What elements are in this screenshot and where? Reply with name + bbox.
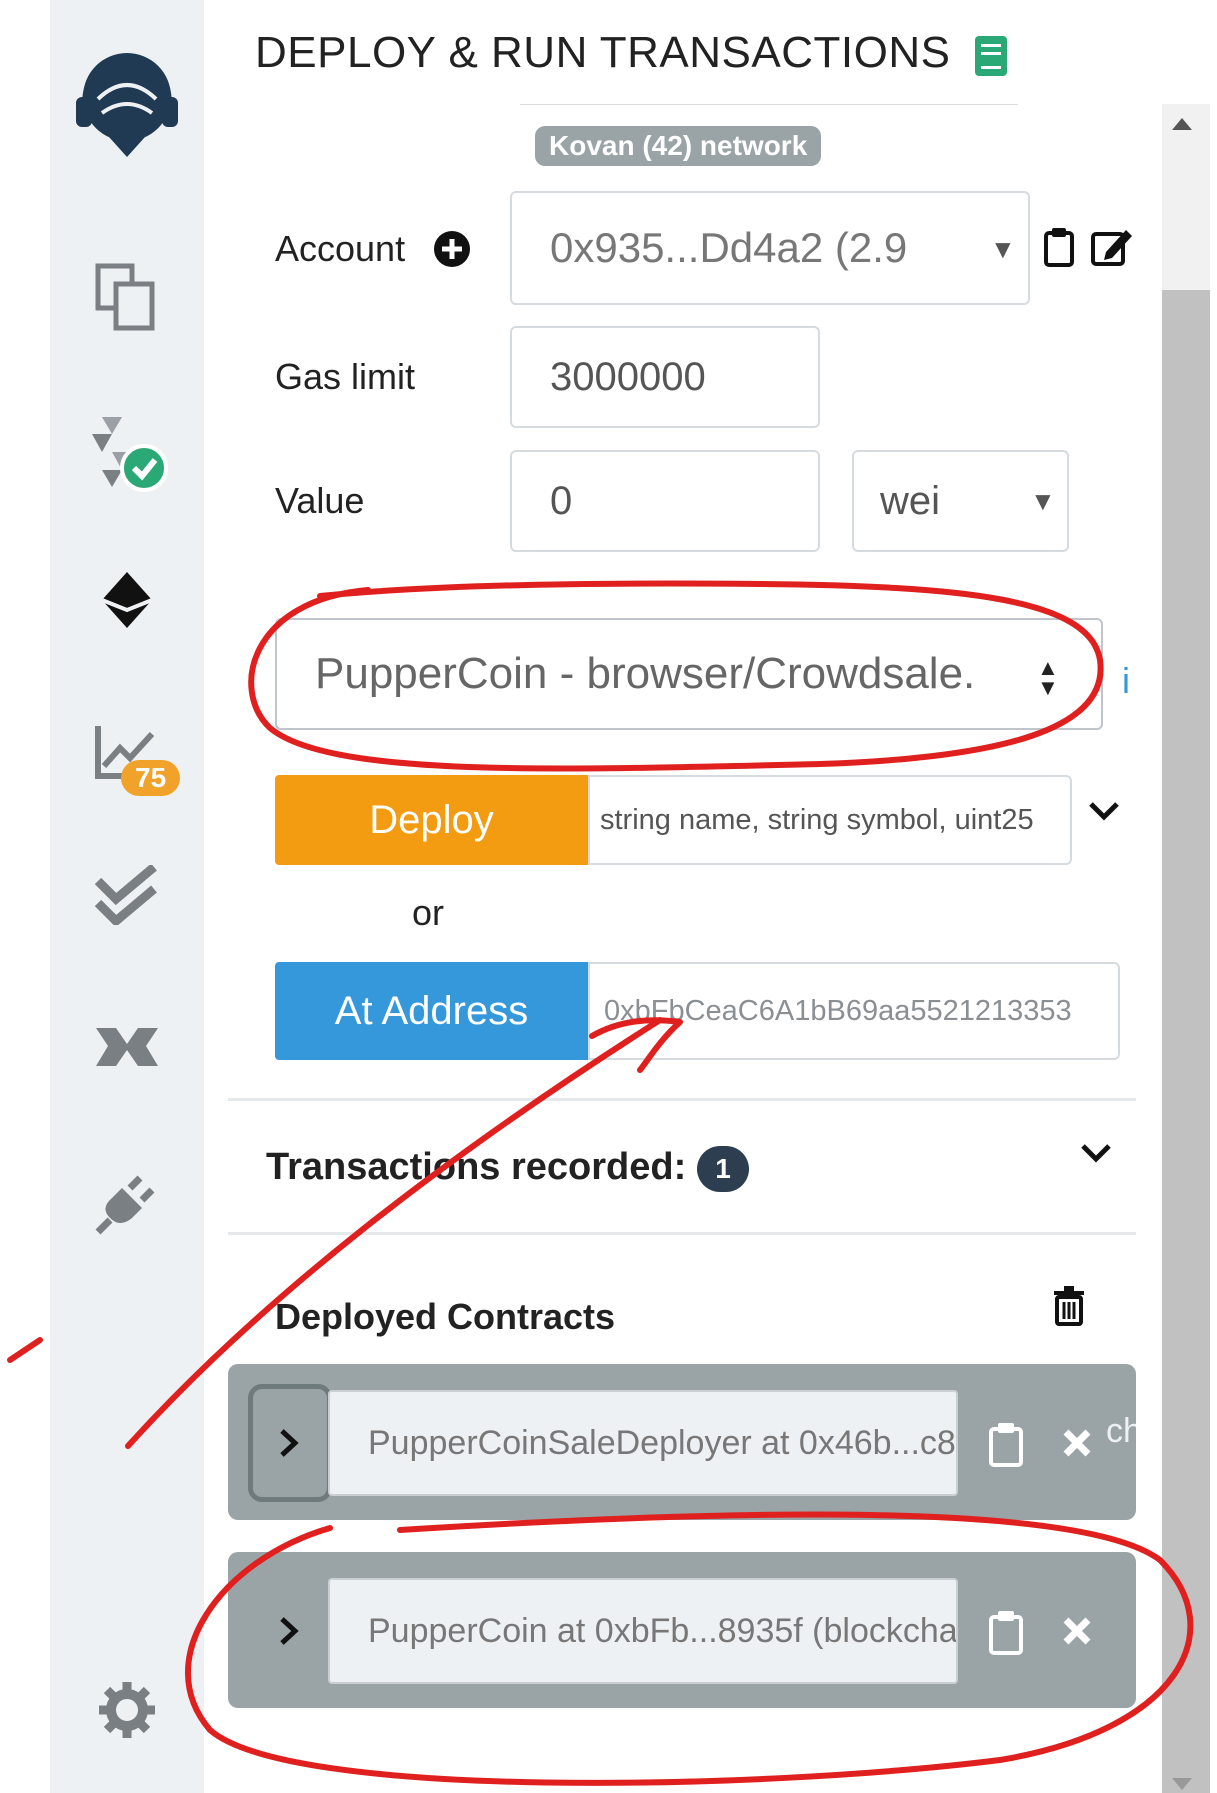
contract-select-value: PupperCoin - browser/Crowdsale.	[315, 649, 976, 698]
deployed-contract-name: PupperCoin at 0xbFb...8935f (blockchai	[368, 1611, 958, 1650]
deployed-contracts-title: Deployed Contracts	[275, 1296, 616, 1337]
remix-logo-icon[interactable]	[50, 45, 204, 165]
at-address-input[interactable]: 0xbFbCeaC6A1bB69aa5521213353	[588, 962, 1120, 1060]
deploy-button[interactable]: Deploy	[275, 775, 588, 865]
transactions-expand-chevron-icon[interactable]	[1080, 1142, 1112, 1169]
deployed-contract-card[interactable]: PupperCoin at 0xbFb...8935f (blockchai	[228, 1552, 1136, 1708]
file-explorer-icon[interactable]	[50, 262, 204, 332]
deploy-expand-chevron-icon[interactable]	[1088, 800, 1120, 827]
value-label: Value	[275, 480, 365, 521]
at-address-button[interactable]: At Address	[275, 962, 588, 1060]
deploy-args-input[interactable]: string name, string symbol, uint25	[588, 775, 1072, 865]
deploy-run-icon[interactable]	[50, 570, 204, 630]
contract-suffix-text: chai	[1106, 1412, 1136, 1450]
title-divider	[520, 104, 1018, 105]
deployed-contract-card[interactable]: PupperCoinSaleDeployer at 0x46b...c8B ch…	[228, 1364, 1136, 1520]
account-label: Account	[275, 228, 406, 269]
value-amount: 0	[550, 478, 573, 523]
account-select[interactable]: 0x935...Dd4a2 (2.9	[510, 191, 1030, 305]
or-label: or	[412, 892, 445, 933]
chevron-right-icon[interactable]	[278, 1616, 300, 1651]
trash-icon[interactable]	[1052, 1286, 1086, 1331]
scrollbar-thumb[interactable]	[1162, 290, 1210, 1793]
analysis-badge: 75	[121, 760, 181, 796]
account-dropdown-icon[interactable]: ▼	[990, 234, 1016, 265]
transactions-recorded-label: Transactions recorded:	[266, 1146, 687, 1188]
copy-account-icon[interactable]	[1043, 227, 1075, 272]
section-divider	[228, 1232, 1136, 1235]
test-icon[interactable]	[50, 865, 204, 925]
at-address-value: 0xbFbCeaC6A1bB69aa5521213353	[604, 994, 1072, 1027]
remove-contract-icon[interactable]	[1062, 1616, 1092, 1651]
remove-contract-icon[interactable]	[1062, 1428, 1092, 1463]
annotation-tick-mark	[7, 1337, 43, 1363]
value-input[interactable]: 0	[510, 450, 820, 552]
transactions-count-badge: 1	[697, 1146, 749, 1192]
settings-icon[interactable]	[50, 1680, 204, 1740]
deployed-contract-name: PupperCoinSaleDeployer at 0x46b...c8B	[368, 1423, 958, 1462]
gas-limit-value: 3000000	[550, 354, 706, 399]
unit-dropdown-icon[interactable]: ▼	[1030, 486, 1056, 517]
plugin-manager-icon[interactable]	[50, 1168, 204, 1238]
account-value: 0x935...Dd4a2 (2.9	[550, 224, 908, 271]
deployed-contract-label: PupperCoin at 0xbFb...8935f (blockchai	[328, 1578, 958, 1684]
copy-address-icon[interactable]	[988, 1422, 1024, 1473]
network-badge: Kovan (42) network	[535, 126, 822, 166]
copy-address-icon[interactable]	[988, 1610, 1024, 1661]
debugger-icon[interactable]	[50, 1022, 204, 1072]
edit-account-icon[interactable]	[1090, 226, 1136, 273]
scroll-down-arrow-icon[interactable]	[1172, 1778, 1192, 1790]
add-account-icon[interactable]	[433, 230, 471, 273]
deployed-contract-label: PupperCoinSaleDeployer at 0x46b...c8B	[328, 1390, 958, 1496]
chevron-right-icon[interactable]	[278, 1428, 300, 1463]
gas-limit-label: Gas limit	[275, 356, 416, 397]
gas-limit-input[interactable]: 3000000	[510, 326, 820, 428]
deploy-args-placeholder: string name, string symbol, uint25	[600, 803, 1034, 836]
scroll-up-arrow-icon[interactable]	[1172, 118, 1192, 130]
book-icon[interactable]	[973, 34, 1009, 83]
solidity-compiler-icon[interactable]	[50, 412, 204, 502]
contract-info-icon[interactable]: i	[1122, 660, 1130, 702]
icon-sidebar: 75	[50, 0, 204, 1793]
contract-select[interactable]: PupperCoin - browser/Crowdsale.	[275, 618, 1103, 730]
contract-select-sort-icon[interactable]: ▲ ▼	[1037, 657, 1059, 699]
page-title: DEPLOY & RUN TRANSACTIONS	[255, 28, 951, 77]
value-unit: wei	[880, 478, 941, 523]
section-divider	[228, 1098, 1136, 1101]
